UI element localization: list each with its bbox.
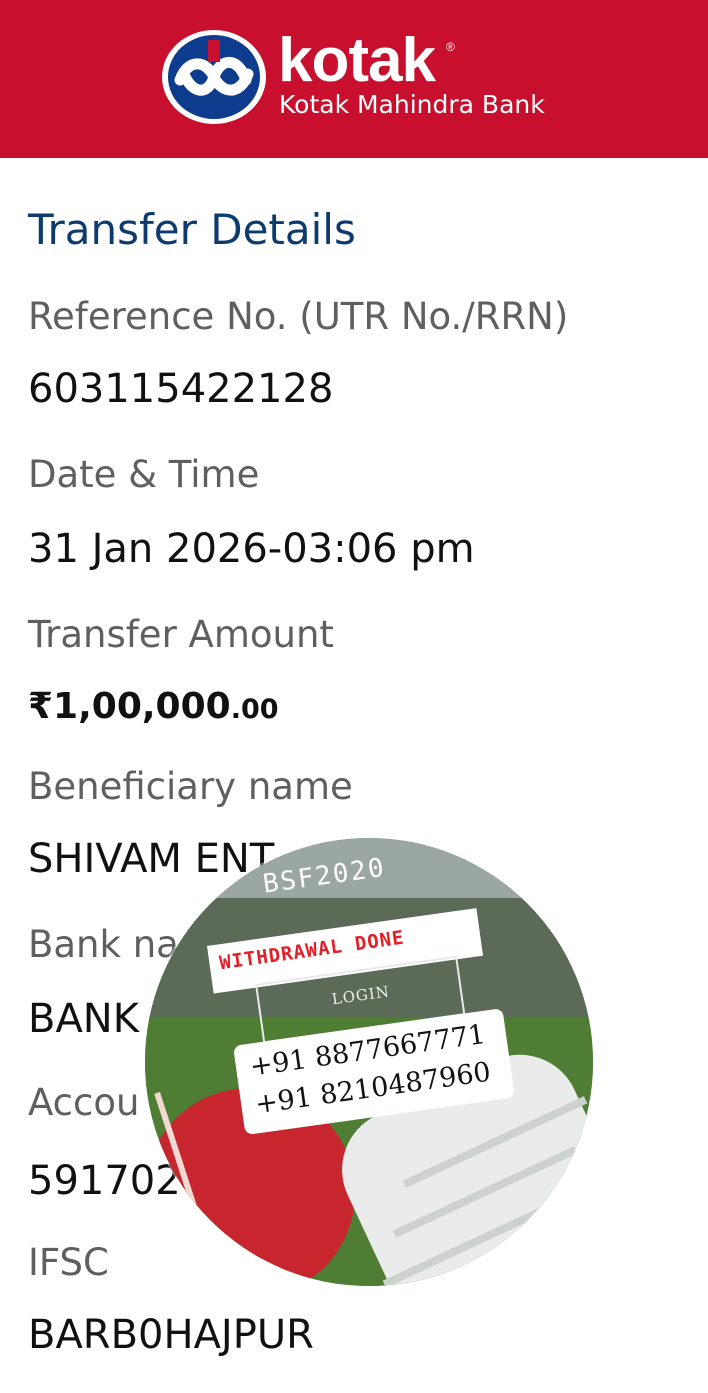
reference-value: 603115422128 bbox=[28, 366, 334, 412]
datetime-value: 31 Jan 2026-03:06 pm bbox=[28, 526, 475, 572]
amount-value: ₹1,00,000.00 bbox=[28, 680, 279, 735]
brand-subtitle: Kotak Mahindra Bank bbox=[279, 90, 545, 119]
beneficiary-label: Beneficiary name bbox=[28, 765, 353, 808]
reference-label: Reference No. (UTR No./RRN) bbox=[28, 295, 569, 338]
bank-name-value: BANK bbox=[28, 996, 139, 1042]
app-header: kotak ® Kotak Mahindra Bank bbox=[0, 0, 708, 158]
page-title: Transfer Details bbox=[28, 205, 356, 254]
overlay-sticker: BSF2020 WITHDRAWAL DONE LOGIN +91 887766… bbox=[145, 838, 593, 1286]
account-label: Accou bbox=[28, 1081, 140, 1124]
amount-label: Transfer Amount bbox=[28, 613, 334, 656]
registered-mark: ® bbox=[446, 40, 455, 54]
amount-decimal: .00 bbox=[230, 694, 279, 725]
ifsc-value: BARB0HAJPUR bbox=[28, 1312, 314, 1358]
datetime-label: Date & Time bbox=[28, 453, 260, 496]
login-label: LOGIN bbox=[330, 982, 391, 1009]
ifsc-label: IFSC bbox=[28, 1241, 109, 1284]
amount-main: ₹1,00,000 bbox=[28, 686, 231, 727]
brand-name: kotak bbox=[278, 26, 436, 95]
kotak-logo-icon bbox=[162, 30, 266, 124]
